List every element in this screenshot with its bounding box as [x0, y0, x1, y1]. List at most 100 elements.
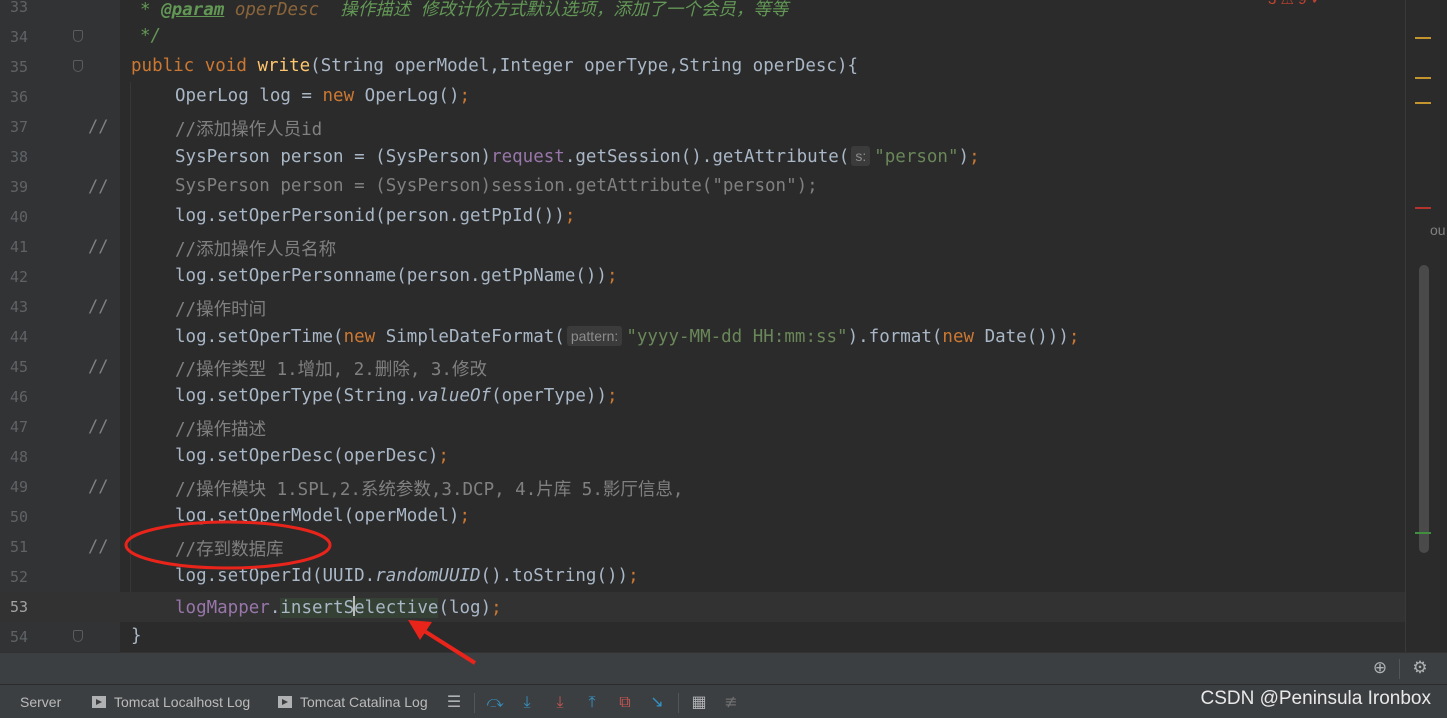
tab-tomcat-catalina-log[interactable]: Tomcat Catalina Log: [278, 694, 428, 710]
step-over-icon[interactable]: ⤼: [485, 692, 505, 712]
fold-icon[interactable]: [73, 60, 83, 72]
code-text: ): [958, 147, 970, 167]
line-number[interactable]: 47: [6, 418, 28, 436]
code-line-43[interactable]: //操作时间: [175, 296, 266, 321]
code-line-42[interactable]: log.setOperPersonname(person.getPpName()…: [175, 266, 618, 286]
line-number[interactable]: 42: [6, 268, 28, 286]
code-line-48[interactable]: log.setOperDesc(operDesc);: [175, 446, 449, 466]
code-line-33[interactable]: * @param operDesc 操作描述 修改计价方式默认选项，添加了一个会…: [140, 0, 788, 21]
semicolon: ;: [607, 386, 618, 406]
scroll-thumb[interactable]: [1419, 265, 1429, 553]
change-marker[interactable]: [1415, 532, 1431, 534]
code-line-51[interactable]: //存到数据库: [175, 536, 284, 561]
drop-frame-icon[interactable]: ⧉: [615, 692, 635, 712]
semicolon: ;: [1068, 327, 1080, 347]
line-number[interactable]: 54: [6, 628, 28, 646]
run-to-cursor-icon[interactable]: ↘: [647, 692, 667, 712]
code-line-50[interactable]: log.setOperModel(operModel);: [175, 506, 470, 526]
comment-marker: //: [88, 237, 109, 257]
semicolon: ;: [969, 147, 980, 167]
editor-line-row[interactable]: 54: [0, 622, 1405, 652]
warning-marker[interactable]: [1415, 102, 1431, 104]
line-number[interactable]: 37: [6, 118, 28, 136]
inspection-status[interactable]: 3 ⚠ 9 ✓: [1268, 0, 1323, 8]
code-line-34[interactable]: */: [140, 26, 161, 46]
tab-tomcat-localhost-log[interactable]: Tomcat Localhost Log: [92, 694, 250, 710]
code-line-38[interactable]: SysPerson person = (SysPerson)request.ge…: [175, 146, 980, 167]
line-number[interactable]: 33: [6, 0, 28, 16]
step-into-icon[interactable]: ⤓: [517, 692, 537, 712]
line-number[interactable]: 34: [6, 28, 28, 46]
line-number[interactable]: 41: [6, 238, 28, 256]
line-number[interactable]: 50: [6, 508, 28, 526]
line-number[interactable]: 51: [6, 538, 28, 556]
method-name-part: elective: [354, 598, 439, 618]
editor-bottom-strip: ⊕ ⚙: [0, 652, 1447, 685]
line-number[interactable]: 52: [6, 568, 28, 586]
code-line-41[interactable]: //添加操作人员名称: [175, 236, 336, 261]
keyword: new: [322, 86, 355, 106]
console-icon: [278, 696, 292, 708]
line-number[interactable]: 49: [6, 478, 28, 496]
console-icon: [92, 696, 106, 708]
step-out-icon[interactable]: ⤒: [582, 692, 602, 712]
fold-icon[interactable]: [73, 30, 83, 42]
force-step-into-icon[interactable]: ⤓: [550, 692, 570, 712]
code-text: log.setOperDesc(operDesc): [175, 446, 439, 466]
method-params: (String operModel,Integer operType,Strin…: [310, 56, 859, 76]
semicolon: ;: [491, 598, 502, 618]
warning-marker[interactable]: [1415, 37, 1431, 39]
code-line-39[interactable]: SysPerson person = (SysPerson)session.ge…: [175, 176, 818, 196]
line-number[interactable]: 45: [6, 358, 28, 376]
code-text: log.setOperId(UUID.: [175, 566, 376, 586]
tab-server[interactable]: Server: [20, 694, 61, 710]
line-number[interactable]: 35: [6, 58, 28, 76]
code-text: (log): [438, 598, 492, 618]
code-line-53[interactable]: logMapper.insertSelective(log);: [175, 596, 502, 618]
menu-icon[interactable]: ☰: [444, 692, 464, 712]
gear-icon[interactable]: ⚙: [1409, 657, 1431, 679]
line-number[interactable]: 44: [6, 328, 28, 346]
code-text: SysPerson person = (SysPerson): [175, 147, 492, 167]
semicolon: ;: [628, 566, 639, 586]
code-line-36[interactable]: OperLog log = new OperLog();: [175, 86, 470, 106]
line-number[interactable]: 43: [6, 298, 28, 316]
code-line-46[interactable]: log.setOperType(String.valueOf(operType)…: [175, 386, 618, 406]
trace-icon[interactable]: ≢: [721, 692, 741, 712]
code-line-40[interactable]: log.setOperPersonid(person.getPpId());: [175, 206, 575, 226]
code-text: OperLog log =: [175, 86, 323, 106]
warning-marker[interactable]: [1415, 77, 1431, 79]
code-line-44[interactable]: log.setOperTime(new SimpleDateFormat(pat…: [175, 326, 1079, 347]
error-marker[interactable]: [1415, 207, 1431, 209]
line-number[interactable]: 38: [6, 148, 28, 166]
editor-line-row[interactable]: 34: [0, 22, 1405, 52]
line-number[interactable]: 53: [6, 598, 28, 616]
code-line-54[interactable]: }: [131, 626, 142, 646]
field-ref: logMapper: [175, 598, 270, 618]
code-line-47[interactable]: //操作描述: [175, 416, 266, 441]
line-number[interactable]: 36: [6, 88, 28, 106]
code-line-52[interactable]: log.setOperId(UUID.randomUUID().toString…: [175, 566, 639, 586]
line-number[interactable]: 48: [6, 448, 28, 466]
evaluate-icon[interactable]: ▦: [689, 692, 709, 712]
code-line-35[interactable]: public void write(String operModel,Integ…: [131, 56, 858, 76]
code-text: .: [269, 598, 281, 618]
code-text: log.setOperModel(operModel): [175, 506, 460, 526]
comment-marker: //: [88, 537, 109, 557]
comment-marker: //: [88, 297, 109, 317]
fold-icon[interactable]: [73, 630, 83, 642]
line-number[interactable]: 39: [6, 178, 28, 196]
javadoc-param-tag: @param: [161, 0, 225, 20]
code-line-49[interactable]: //操作模块 1.SPL,2.系统参数,3.DCP, 4.片库 5.影厅信息,: [175, 476, 683, 501]
method-name-part: insertS: [280, 598, 355, 618]
line-number[interactable]: 46: [6, 388, 28, 406]
code-editor[interactable]: 33 34 35 36 37 // 38 39 // 40 41 // 42 43 // 44 45 // 46 47…: [0, 0, 1447, 652]
code-line-37[interactable]: //添加操作人员id: [175, 116, 322, 141]
divider: [474, 693, 475, 713]
code-text: ().toString()): [480, 566, 629, 586]
tab-label: Tomcat Catalina Log: [300, 694, 428, 710]
line-number[interactable]: 40: [6, 208, 28, 226]
code-line-45[interactable]: //操作类型 1.增加, 2.删除, 3.修改: [175, 356, 487, 381]
string-literal: "yyyy-MM-dd HH:mm:ss": [626, 327, 848, 347]
crosshair-icon[interactable]: ⊕: [1369, 657, 1391, 679]
